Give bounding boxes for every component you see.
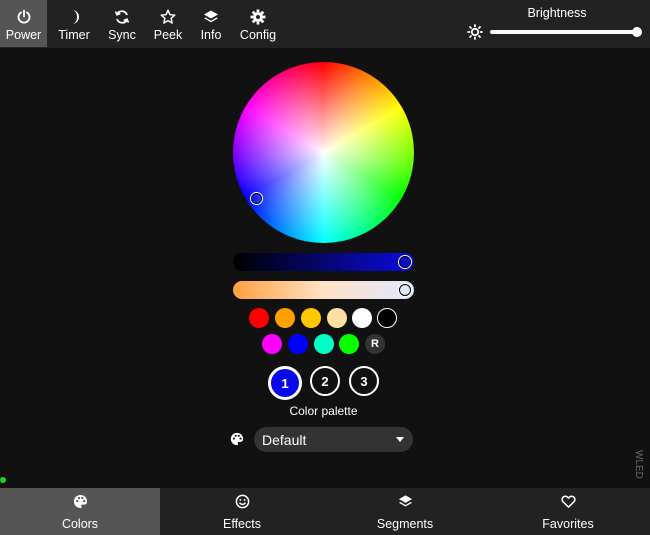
config-button[interactable]: Config <box>233 0 283 47</box>
top-bar: Power Timer Sync Peek Info Config Bright… <box>0 0 650 48</box>
power-icon <box>16 8 32 25</box>
chevron-down-icon <box>396 437 404 442</box>
tab-favorites-label: Favorites <box>542 517 594 531</box>
palette-select[interactable]: Default <box>254 427 413 452</box>
layers-icon <box>203 8 219 25</box>
brightness-slider-thumb[interactable] <box>632 27 642 37</box>
peek-label: Peek <box>153 28 183 42</box>
color-wheel-handle[interactable] <box>251 193 262 204</box>
value-slider[interactable] <box>233 253 414 271</box>
info-button[interactable]: Info <box>192 0 230 47</box>
layers-icon <box>398 493 413 509</box>
quick-color-blue[interactable] <box>288 334 308 354</box>
gear-icon <box>250 8 266 25</box>
value-slider-thumb[interactable] <box>399 256 411 268</box>
quick-color-magenta[interactable] <box>262 334 282 354</box>
tab-segments[interactable]: Segments <box>325 488 485 535</box>
quick-color-black[interactable] <box>377 308 397 328</box>
star-icon <box>160 8 176 25</box>
timer-button[interactable]: Timer <box>48 0 100 47</box>
sync-icon <box>114 8 130 25</box>
sync-label: Sync <box>108 28 136 42</box>
heart-icon <box>560 493 576 509</box>
quick-color-white[interactable] <box>352 308 372 328</box>
timer-label: Timer <box>58 28 90 42</box>
power-label: Power <box>5 28 42 42</box>
color-wheel[interactable] <box>233 62 414 243</box>
kelvin-slider[interactable] <box>233 281 414 299</box>
peek-button[interactable]: Peek <box>146 0 190 47</box>
brightness-label: Brightness <box>527 6 587 20</box>
quick-color-orange[interactable] <box>275 308 295 328</box>
sun-icon <box>467 24 483 40</box>
color-palette-label: Color palette <box>289 404 358 418</box>
bottom-bar: Colors Effects Segments Favorites <box>0 488 650 535</box>
moon-icon <box>67 8 81 25</box>
color-slot-3[interactable]: 3 <box>349 366 379 396</box>
tab-colors[interactable]: Colors <box>0 488 160 535</box>
quick-color-red[interactable] <box>249 308 269 328</box>
palette-icon <box>230 432 244 446</box>
tab-effects[interactable]: Effects <box>162 488 322 535</box>
info-label: Info <box>200 28 222 42</box>
wled-tag: WLED <box>633 450 644 479</box>
random-color-button[interactable]: R <box>365 334 385 354</box>
color-slot-2[interactable]: 2 <box>310 366 340 396</box>
color-slot-1[interactable]: 1 <box>268 366 302 400</box>
tab-favorites[interactable]: Favorites <box>488 488 648 535</box>
palette-icon <box>73 493 88 509</box>
sync-button[interactable]: Sync <box>100 0 144 47</box>
tab-segments-label: Segments <box>376 517 434 531</box>
smiley-icon <box>235 493 250 509</box>
brightness-slider[interactable] <box>490 30 638 34</box>
connection-indicator <box>0 477 6 483</box>
quick-color-green[interactable] <box>339 334 359 354</box>
config-label: Config <box>239 28 277 42</box>
quick-color-cyan[interactable] <box>314 334 334 354</box>
quick-color-yellow[interactable] <box>301 308 321 328</box>
tab-effects-label: Effects <box>223 517 261 531</box>
quick-color-warm-white[interactable] <box>327 308 347 328</box>
kelvin-slider-thumb[interactable] <box>399 284 411 296</box>
tab-colors-label: Colors <box>61 517 99 531</box>
power-button[interactable]: Power <box>0 0 47 47</box>
palette-select-value: Default <box>262 432 307 448</box>
